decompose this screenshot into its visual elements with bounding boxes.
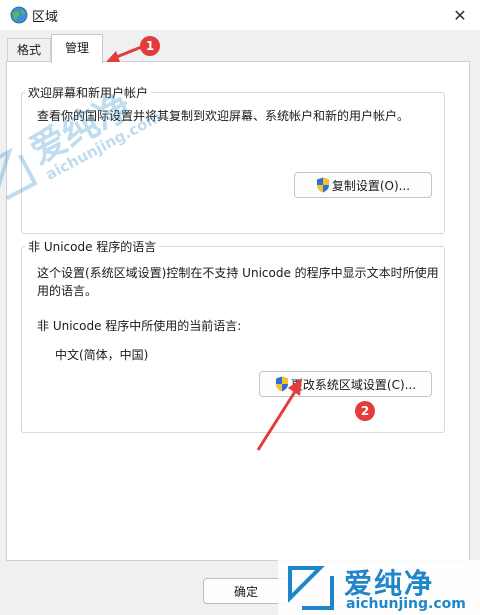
- current-language-value: 中文(简体，中国): [55, 348, 149, 362]
- tab-administrative[interactable]: 管理: [51, 34, 103, 63]
- ok-button[interactable]: 确定: [203, 578, 289, 604]
- annotation-marker-1: 1: [140, 36, 160, 56]
- watermark-corner-icon: [288, 566, 334, 610]
- watermark-corner: 爱纯净 aichunjing.com: [278, 560, 480, 615]
- window-title: 区域: [32, 10, 59, 25]
- uac-shield-icon: [316, 177, 329, 193]
- title-bar: 区域 ✕: [0, 0, 480, 30]
- non-unicode-description-line1: 这个设置(系统区域设置)控制在不支持 Unicode 的程序中显示文本时所使用: [37, 266, 439, 280]
- globe-icon: [10, 6, 28, 24]
- current-language-label: 非 Unicode 程序中所使用的当前语言:: [37, 319, 242, 333]
- close-icon: ✕: [453, 5, 467, 25]
- close-button[interactable]: ✕: [440, 0, 480, 30]
- tab-administrative-label: 管理: [64, 41, 89, 55]
- tab-bar: 格式 管理: [0, 30, 480, 63]
- tab-formats[interactable]: 格式: [7, 38, 51, 61]
- watermark-corner-url: aichunjing.com: [346, 596, 466, 612]
- copy-settings-button[interactable]: 复制设置(O)...: [294, 172, 432, 198]
- ok-button-label: 确定: [233, 584, 258, 599]
- tab-formats-label: 格式: [16, 43, 41, 57]
- copy-settings-label: 复制设置(O)...: [331, 178, 411, 193]
- annotation-arrow-2: [256, 378, 302, 451]
- annotation-marker-2: 2: [355, 401, 375, 421]
- non-unicode-description-line2: 用的语言。: [37, 284, 98, 298]
